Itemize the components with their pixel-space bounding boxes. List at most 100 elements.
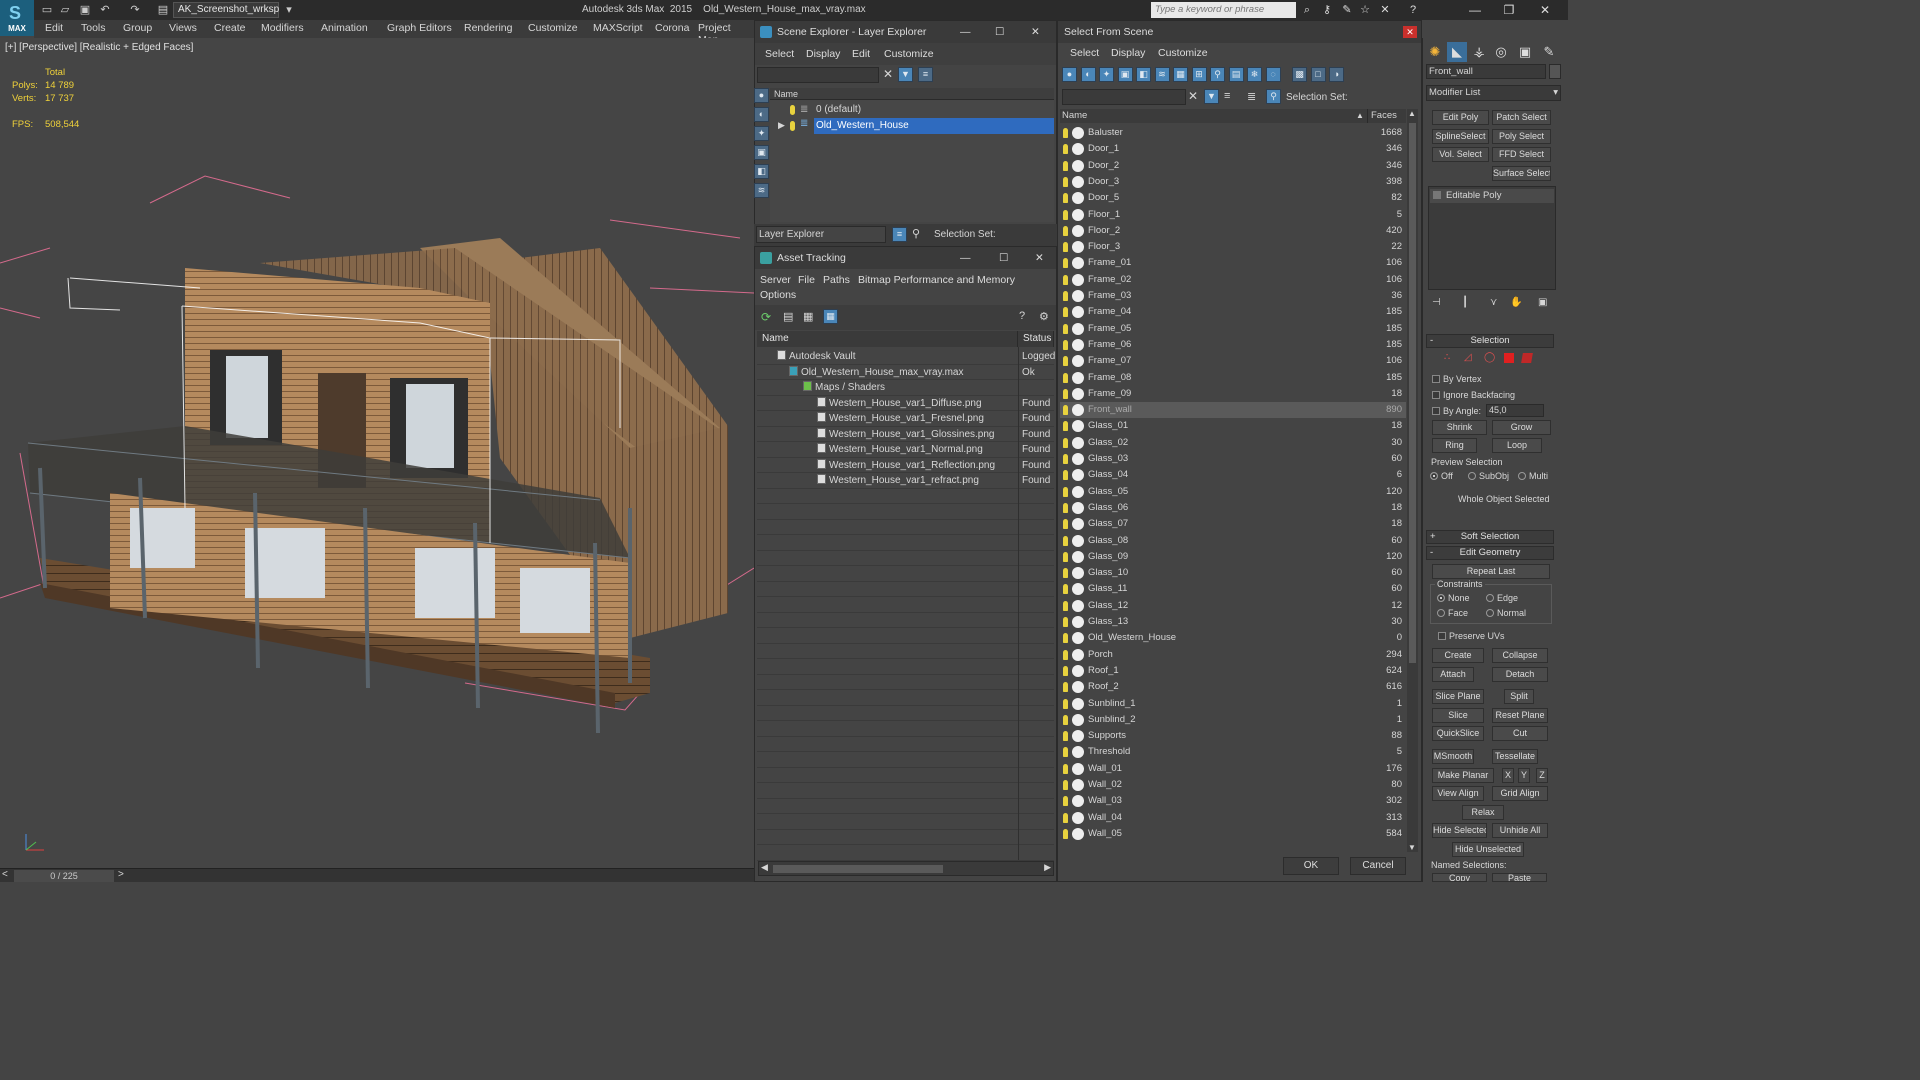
configure-modifier-sets-icon[interactable]: ▣ — [1538, 297, 1547, 308]
light-bulb-icon[interactable] — [1063, 437, 1068, 448]
sfs-menu-select[interactable]: Select — [1070, 47, 1099, 59]
object-row[interactable]: Front_wall 890 — [1060, 402, 1406, 419]
repeat-last-button[interactable]: Repeat Last — [1432, 564, 1550, 579]
object-name-field[interactable]: Front_wall — [1426, 64, 1546, 79]
object-row[interactable]: Frame_04 185 — [1060, 304, 1406, 320]
light-bulb-icon[interactable] — [1063, 568, 1068, 579]
view-align-button[interactable]: View Align — [1432, 786, 1484, 801]
object-row[interactable]: Door_5 82 — [1060, 190, 1406, 206]
spline-select-button[interactable]: SplineSelect — [1432, 129, 1489, 144]
app-logo[interactable]: S MAX — [0, 0, 34, 36]
cut-button[interactable]: Cut — [1492, 726, 1548, 741]
close-icon[interactable]: ✕ — [1035, 247, 1044, 269]
settings-icon[interactable]: ⚙ — [1039, 310, 1049, 323]
display-tab-icon[interactable]: ▣ — [1515, 42, 1535, 62]
refresh-icon[interactable]: ⟳ — [761, 310, 771, 324]
menu-corona[interactable]: Corona — [655, 22, 689, 34]
object-row[interactable]: Baluster 1668 — [1060, 125, 1406, 141]
object-row[interactable]: Glass_01 18 — [1060, 418, 1406, 434]
detach-button[interactable]: Detach — [1492, 667, 1548, 682]
asset-row[interactable]: Western_House_var1_Normal.png Found — [757, 442, 1054, 458]
constraint-none-radio[interactable]: None — [1437, 593, 1470, 603]
sfs-vertical-scrollbar[interactable]: ▲ ▼ — [1407, 109, 1418, 852]
unhide-all-button[interactable]: Unhide All — [1492, 823, 1548, 838]
perspective-viewport[interactable]: [+] [Perspective] [Realistic + Edged Fac… — [0, 38, 754, 868]
object-row[interactable]: Floor_2 420 — [1060, 223, 1406, 239]
help-icon[interactable]: ? — [1019, 310, 1025, 322]
new-file-icon[interactable]: ▭ — [40, 3, 54, 17]
object-row[interactable]: Threshold 5 — [1060, 744, 1406, 760]
quick-access-dropdown-icon[interactable]: ▾ — [282, 3, 296, 17]
object-row[interactable]: Floor_3 22 — [1060, 239, 1406, 255]
create-button[interactable]: Create — [1432, 648, 1484, 663]
remove-modifier-icon[interactable]: ✋ — [1510, 297, 1522, 308]
surface-select-button[interactable]: Surface Select — [1492, 166, 1551, 181]
layer-row-old-western-house[interactable]: Old_Western_House — [814, 118, 1054, 134]
light-bulb-icon[interactable] — [1063, 731, 1068, 742]
se-menu-customize[interactable]: Customize — [884, 48, 934, 60]
grid-align-button[interactable]: Grid Align — [1492, 786, 1548, 801]
help-icon[interactable]: ? — [1406, 3, 1420, 17]
display-spacewarps-icon[interactable]: ≋ — [754, 183, 769, 198]
asset-row[interactable]: Western_House_var1_Fresnel.png Found — [757, 411, 1054, 427]
stack-item-editable-poly[interactable]: Editable Poly — [1430, 189, 1554, 203]
light-bulb-icon[interactable] — [1063, 714, 1068, 725]
light-bulb-icon[interactable] — [1063, 486, 1068, 497]
invert-display-icon[interactable]: ◑ — [1329, 67, 1344, 82]
light-bulb-icon[interactable] — [1063, 763, 1068, 774]
poly-select-button[interactable]: Poly Select — [1492, 129, 1551, 144]
object-row[interactable]: Wall_05 584 — [1060, 826, 1406, 842]
expand-stack-icon[interactable] — [1433, 191, 1441, 199]
light-bulb-icon[interactable] — [1063, 372, 1068, 383]
angle-spinner[interactable]: 45,0 — [1486, 404, 1544, 417]
filter-icon[interactable]: ▼ — [1204, 89, 1219, 104]
at-menu-options[interactable]: Options — [760, 289, 796, 301]
object-row[interactable]: Frame_07 106 — [1060, 353, 1406, 369]
asset-row[interactable]: Maps / Shaders — [757, 380, 1054, 396]
light-bulb-icon[interactable] — [1063, 519, 1068, 530]
object-color-swatch[interactable] — [1549, 64, 1561, 79]
motion-tab-icon[interactable]: ◎ — [1491, 42, 1511, 62]
minimize-icon[interactable]: — — [960, 247, 971, 269]
patch-select-button[interactable]: Patch Select — [1492, 110, 1551, 125]
selection-rollout-header[interactable]: - Selection — [1426, 334, 1554, 348]
light-bulb-icon[interactable] — [1063, 796, 1068, 807]
light-bulb-icon[interactable] — [1063, 307, 1068, 318]
favorites-star-icon[interactable]: ☆ — [1358, 3, 1372, 17]
restore-window-button[interactable]: ❐ — [1494, 2, 1524, 18]
display-geometry-icon[interactable]: ● — [754, 88, 769, 103]
object-row[interactable]: Glass_03 60 — [1060, 451, 1406, 467]
object-row[interactable]: Door_3 398 — [1060, 174, 1406, 190]
object-row[interactable]: Glass_02 30 — [1060, 435, 1406, 451]
ffd-select-button[interactable]: FFD Select — [1492, 147, 1551, 162]
light-bulb-icon[interactable] — [1063, 812, 1068, 823]
light-bulb-icon[interactable] — [1063, 209, 1068, 220]
at-col-name[interactable]: Name — [757, 331, 1018, 347]
element-icon[interactable] — [1521, 353, 1533, 363]
light-bulb-icon[interactable] — [1063, 551, 1068, 562]
object-row[interactable]: Glass_10 60 — [1060, 565, 1406, 581]
light-bulb-icon[interactable] — [1063, 323, 1068, 334]
workspace-select[interactable]: AK_Screenshot_wrksp — [173, 2, 279, 18]
modifier-list-dropdown[interactable]: Modifier List ▾ — [1426, 85, 1561, 101]
scroll-right-icon[interactable]: ▶ — [1044, 862, 1051, 873]
at-col-status[interactable]: Status — [1018, 331, 1054, 347]
sort-by-layer-icon[interactable]: ≡ — [892, 227, 907, 242]
ring-button[interactable]: Ring — [1432, 438, 1477, 453]
light-bulb-icon[interactable] — [1063, 600, 1068, 611]
menu-rendering[interactable]: Rendering — [464, 22, 512, 34]
close-icon[interactable]: ✕ — [1031, 21, 1040, 43]
close-icon[interactable]: ✕ — [1403, 26, 1417, 38]
light-bulb-icon[interactable] — [1063, 470, 1068, 481]
redo-icon[interactable]: ↷ — [128, 3, 142, 17]
sfs-menu-customize[interactable]: Customize — [1158, 47, 1208, 59]
scroll-down-icon[interactable]: ▼ — [1408, 843, 1416, 852]
object-row[interactable]: Frame_08 185 — [1060, 370, 1406, 386]
create-tab-icon[interactable]: ✺ — [1425, 42, 1445, 62]
object-row[interactable]: Glass_07 18 — [1060, 516, 1406, 532]
light-bulb-icon[interactable] — [1063, 176, 1068, 187]
menu-customize[interactable]: Customize — [528, 22, 578, 34]
sort-ascending-icon[interactable]: ▲ — [1356, 109, 1364, 123]
light-bulb-icon[interactable] — [1063, 225, 1068, 236]
scrollbar-thumb[interactable] — [773, 865, 943, 873]
